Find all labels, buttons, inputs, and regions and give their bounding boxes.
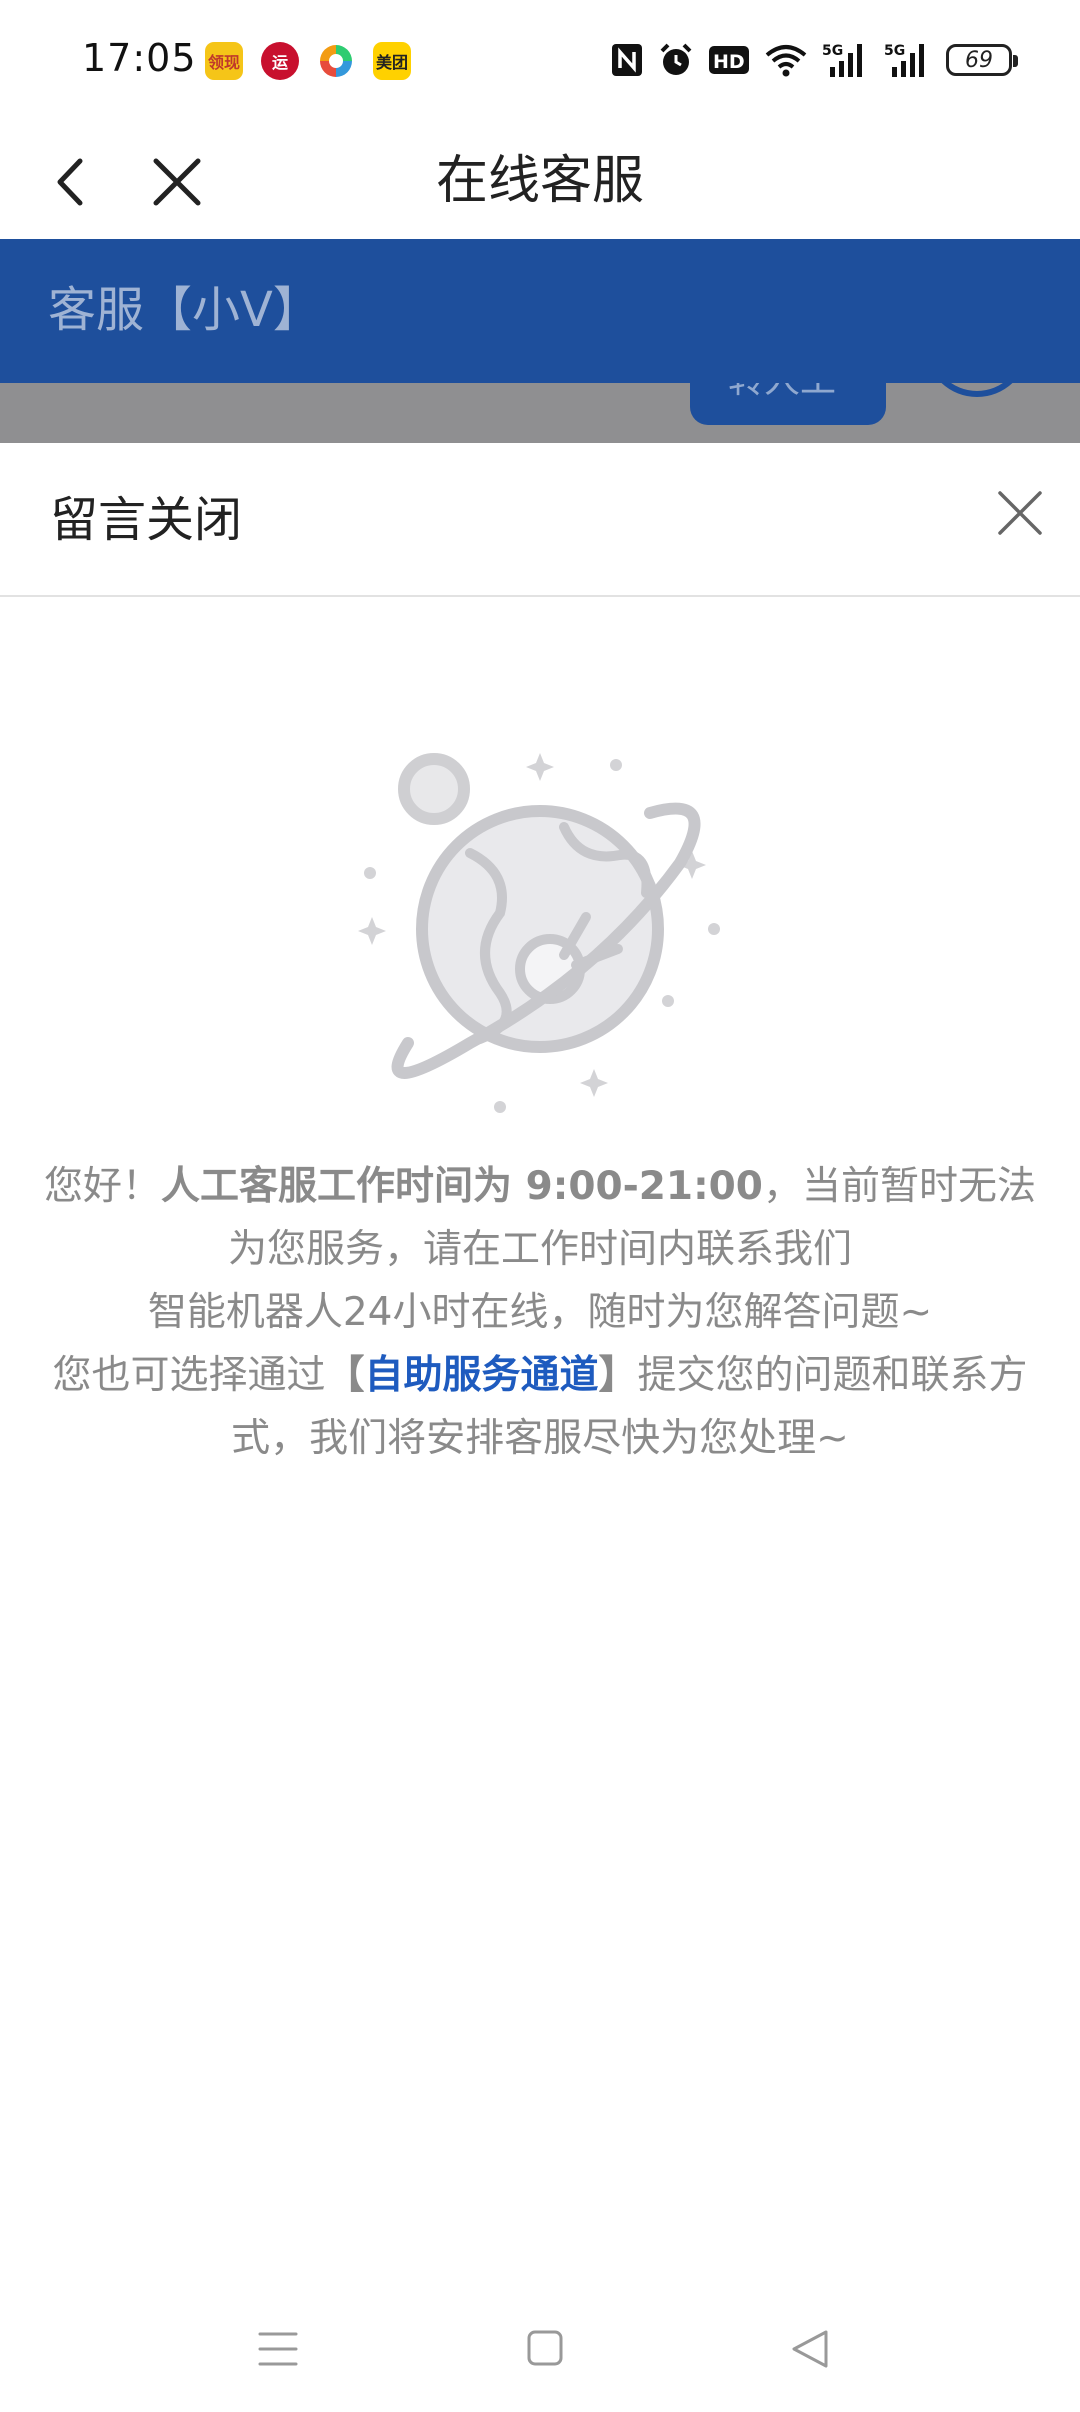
signal-5g-icon-1: 5G — [822, 40, 870, 80]
app-icon-4: 美团 — [373, 42, 411, 80]
greeting-text: 您好！ — [44, 1164, 162, 1209]
svg-text:HD: HD — [713, 51, 745, 73]
chat-overlay[interactable]: 转人工 — [0, 383, 1080, 443]
nfc-icon — [610, 40, 644, 80]
bot-availability-text: 智能机器人24小时在线，随时为您解答问题~ — [147, 1290, 933, 1335]
system-icons: HD 5G 5G 69 — [610, 40, 1018, 80]
agent-name: 客服【小V】 — [48, 282, 321, 338]
message-closed-sheet: 留言关闭 您好！人工客服工作时间为 9:00-21:00，当前暂时无法为您服务，… — [0, 443, 1080, 2412]
recent-apps-button[interactable] — [248, 2324, 308, 2374]
page-title: 在线客服 — [435, 151, 644, 211]
bracket-close: 】 — [598, 1353, 638, 1398]
battery-icon: 69 — [946, 40, 1018, 80]
avatar — [925, 383, 1029, 397]
hd-icon: HD — [708, 40, 750, 80]
system-nav-bar — [0, 2296, 1080, 2396]
menu-icon — [258, 2332, 298, 2366]
svg-text:5G: 5G — [822, 43, 843, 59]
close-icon — [998, 491, 1042, 535]
alarm-icon — [658, 40, 694, 80]
service-hours-message: 您好！人工客服工作时间为 9:00-21:00，当前暂时无法为您服务，请在工作时… — [40, 1155, 1040, 1470]
bracket-open: 【 — [325, 1353, 365, 1398]
square-icon — [527, 2330, 563, 2366]
battery-level: 69 — [946, 44, 1018, 76]
wifi-icon — [764, 40, 808, 80]
sheet-title: 留言关闭 — [50, 492, 243, 548]
self-service-link[interactable]: 自助服务通道 — [364, 1353, 598, 1398]
agent-banner: 客服【小V】 — [0, 239, 1080, 383]
home-button[interactable] — [515, 2324, 575, 2374]
status-bar: 17:05 领现 运 美团 HD 5G 5G 69 — [0, 0, 1080, 125]
nav-bar: 在线客服 — [0, 125, 1080, 239]
service-hours-text: 人工客服工作时间为 9:00-21:00 — [161, 1164, 763, 1209]
notification-icons: 领现 运 美团 — [205, 42, 411, 80]
transfer-to-agent-button: 转人工 — [690, 383, 886, 425]
sheet-header: 留言关闭 — [0, 443, 1080, 597]
system-back-button[interactable] — [780, 2324, 840, 2374]
transfer-to-agent-label: 转人工 — [728, 383, 836, 403]
app-icon-1: 领现 — [205, 42, 243, 80]
app-icon-2: 运 — [261, 42, 299, 80]
signal-5g-icon-2: 5G — [884, 40, 932, 80]
app-icon-3 — [317, 42, 355, 80]
triangle-back-icon — [792, 2330, 828, 2368]
svg-text:5G: 5G — [884, 43, 905, 59]
status-time: 17:05 — [82, 36, 197, 80]
planet-illustration — [358, 753, 720, 1113]
sheet-close-button[interactable] — [990, 483, 1050, 543]
self-service-prefix: 您也可选择通过 — [52, 1353, 326, 1398]
